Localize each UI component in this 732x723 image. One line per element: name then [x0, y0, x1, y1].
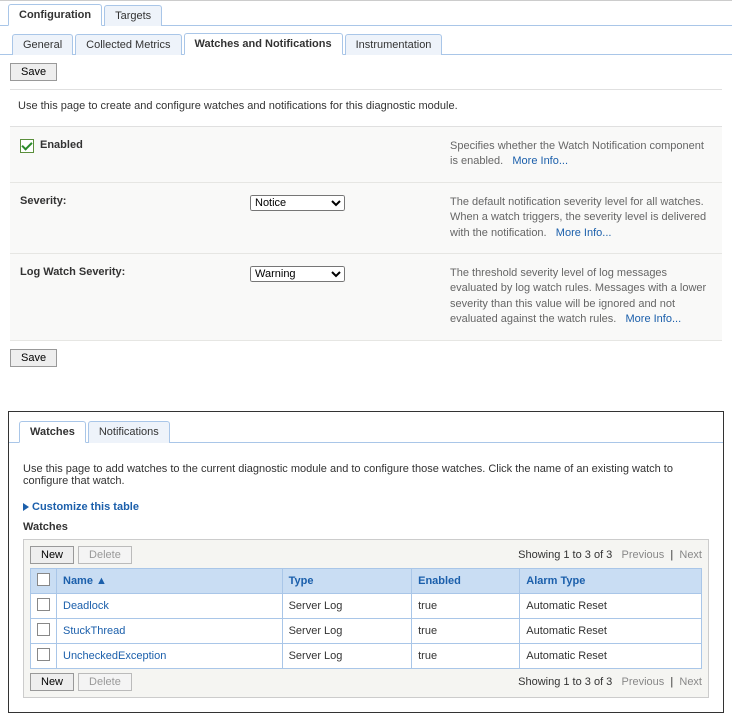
enabled-label: Enabled	[40, 139, 83, 151]
page-description: Use this page to create and configure wa…	[18, 100, 722, 112]
col-select-all[interactable]	[31, 568, 57, 593]
cell-alarm-type: Automatic Reset	[520, 593, 702, 618]
row-enabled: Enabled Specifies whether the Watch Noti…	[10, 127, 722, 183]
row-checkbox[interactable]	[37, 598, 50, 611]
table-row: Deadlock Server Log true Automatic Reset	[31, 593, 702, 618]
pager-bottom: Showing 1 to 3 of 3 Previous | Next	[518, 676, 702, 688]
top-tabs: Configuration Targets	[0, 3, 732, 26]
subtab-collected-metrics[interactable]: Collected Metrics	[75, 34, 181, 55]
pager-previous-bottom: Previous	[621, 676, 664, 688]
severity-select[interactable]: Notice	[250, 195, 345, 211]
expand-icon	[23, 503, 29, 511]
cell-enabled: true	[412, 618, 520, 643]
subtab-general[interactable]: General	[12, 34, 73, 55]
cell-enabled: true	[412, 593, 520, 618]
pager-top: Showing 1 to 3 of 3 Previous | Next	[518, 549, 702, 561]
cell-type: Server Log	[282, 643, 412, 668]
row-checkbox[interactable]	[37, 648, 50, 661]
table-title: Watches	[23, 521, 709, 533]
tab-configuration[interactable]: Configuration	[8, 4, 102, 26]
watch-name-link[interactable]: StuckThread	[63, 625, 125, 637]
save-button-top[interactable]: Save	[10, 63, 57, 81]
panel-description: Use this page to add watches to the curr…	[23, 463, 709, 487]
sort-asc-icon: ▲	[96, 575, 107, 587]
cell-alarm-type: Automatic Reset	[520, 618, 702, 643]
delete-button-top: Delete	[78, 546, 132, 564]
save-button-bottom[interactable]: Save	[10, 349, 57, 367]
enabled-checkbox[interactable]	[20, 139, 34, 153]
watch-name-link[interactable]: Deadlock	[63, 600, 109, 612]
panel-tab-notifications[interactable]: Notifications	[88, 421, 170, 443]
cell-type: Server Log	[282, 618, 412, 643]
col-name[interactable]: Name▲	[57, 568, 283, 593]
delete-button-bottom: Delete	[78, 673, 132, 691]
watches-panel: Watches Notifications Use this page to a…	[8, 411, 724, 713]
watch-name-link[interactable]: UncheckedException	[63, 650, 166, 662]
cell-enabled: true	[412, 643, 520, 668]
panel-tab-watches[interactable]: Watches	[19, 421, 86, 443]
log-watch-severity-label: Log Watch Severity:	[20, 266, 125, 278]
log-watch-severity-select[interactable]: Warning	[250, 266, 345, 282]
enabled-help: Specifies whether the Watch Notification…	[450, 140, 704, 167]
pager-next-top: Next	[679, 549, 702, 561]
log-watch-severity-more-info-link[interactable]: More Info...	[626, 313, 682, 325]
subtab-watches-notifications[interactable]: Watches and Notifications	[184, 33, 343, 55]
customize-table-link[interactable]: Customize this table	[23, 501, 709, 513]
new-button-bottom[interactable]: New	[30, 673, 74, 691]
row-checkbox[interactable]	[37, 623, 50, 636]
cell-type: Server Log	[282, 593, 412, 618]
new-button-top[interactable]: New	[30, 546, 74, 564]
severity-label: Severity:	[20, 195, 66, 207]
enabled-more-info-link[interactable]: More Info...	[512, 155, 568, 167]
table-row: StuckThread Server Log true Automatic Re…	[31, 618, 702, 643]
sub-tabs: General Collected Metrics Watches and No…	[0, 26, 732, 55]
tab-targets[interactable]: Targets	[104, 5, 162, 26]
row-log-watch-severity: Log Watch Severity: Warning The threshol…	[10, 254, 722, 341]
cell-alarm-type: Automatic Reset	[520, 643, 702, 668]
watches-table: Name▲ Type Enabled Alarm Type Deadlock S…	[30, 568, 702, 669]
table-row: UncheckedException Server Log true Autom…	[31, 643, 702, 668]
severity-more-info-link[interactable]: More Info...	[556, 227, 612, 239]
pager-next-bottom: Next	[679, 676, 702, 688]
col-enabled[interactable]: Enabled	[412, 568, 520, 593]
col-type[interactable]: Type	[282, 568, 412, 593]
row-severity: Severity: Notice The default notificatio…	[10, 183, 722, 254]
subtab-instrumentation[interactable]: Instrumentation	[345, 34, 443, 55]
col-alarm-type[interactable]: Alarm Type	[520, 568, 702, 593]
pager-previous-top: Previous	[621, 549, 664, 561]
